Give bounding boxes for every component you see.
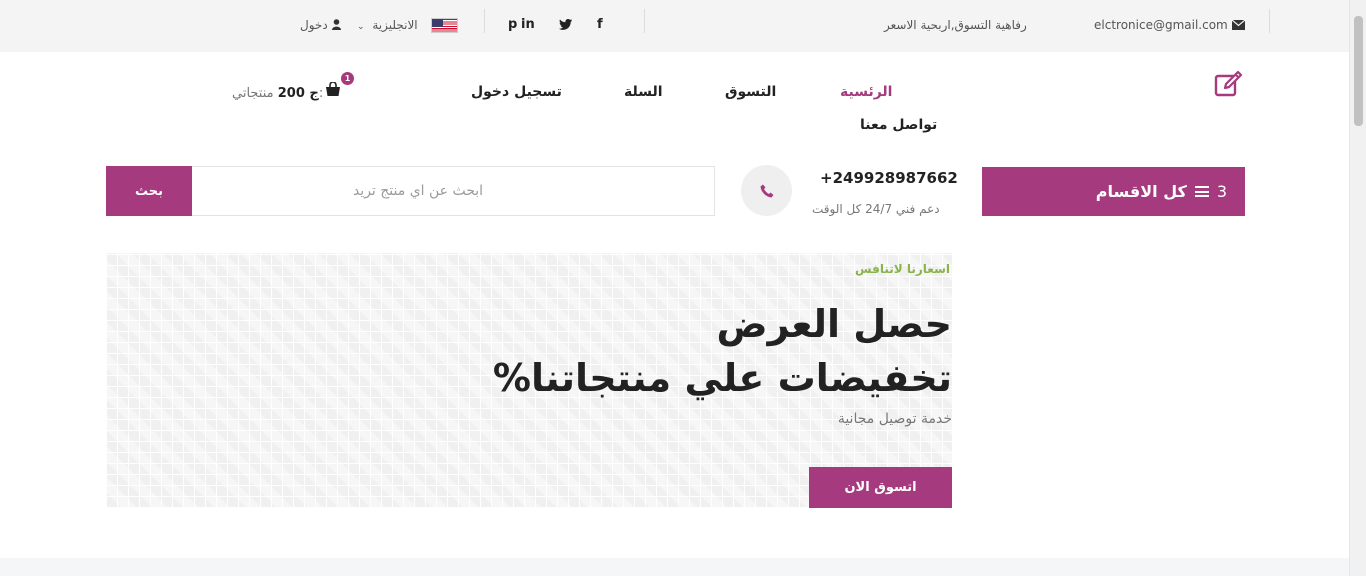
mini-cart[interactable]: ج 200 منتجاتي: xyxy=(232,82,340,101)
hero-tagline: اسعارنا لاتنافس xyxy=(855,262,950,276)
facebook-icon[interactable]: f xyxy=(597,17,603,32)
us-flag-icon[interactable] xyxy=(431,18,458,33)
scroll-thumb[interactable] xyxy=(1354,16,1363,126)
nav-cart[interactable]: السلة xyxy=(624,84,663,100)
divider xyxy=(484,9,485,33)
categories-label: كل الاقسام xyxy=(1095,182,1187,201)
nav-contact[interactable]: تواصل معنا xyxy=(860,117,937,133)
search-input[interactable] xyxy=(191,166,715,216)
section-divider xyxy=(0,558,1349,576)
hero-banner: اسعارنا لاتنافس حصل العرض %تخفيضات علي م… xyxy=(106,253,952,508)
divider xyxy=(644,9,645,33)
contact-email[interactable]: elctronice@gmail.com xyxy=(1094,18,1245,32)
linkedin-icon[interactable]: in xyxy=(521,17,535,32)
shop-now-button[interactable]: اتسوق الان xyxy=(809,467,952,508)
hero-subtitle: خدمة توصيل مجانية xyxy=(837,411,952,427)
chevron-down-icon: ⌄ xyxy=(357,22,365,32)
login-link[interactable]: دخول xyxy=(300,18,341,32)
language-selector[interactable]: ⌄ الانجليزية xyxy=(357,18,418,32)
envelope-icon xyxy=(1231,19,1245,30)
support-phone[interactable]: +249928987662 xyxy=(820,169,958,187)
nav-register[interactable]: تسجيل دخول xyxy=(471,84,562,100)
twitter-icon[interactable] xyxy=(559,19,572,30)
shopping-bag-icon xyxy=(326,82,340,96)
top-bar: elctronice@gmail.com رفاهية التسوق,اربحي… xyxy=(0,0,1349,52)
hero-title: حصل العرض %تخفيضات علي منتجاتنا xyxy=(492,302,952,400)
user-icon xyxy=(331,19,341,30)
nav-shop[interactable]: التسوق xyxy=(725,84,776,100)
cart-count-badge: 1 xyxy=(341,72,354,85)
categories-count: 3 xyxy=(1216,182,1227,201)
phone-icon xyxy=(760,184,774,198)
pinterest-icon[interactable]: p xyxy=(508,17,517,32)
all-categories-button[interactable]: كل الاقسام 3 xyxy=(982,167,1245,216)
menu-icon xyxy=(1194,186,1209,197)
phone-icon-circle xyxy=(741,165,792,216)
search-button[interactable]: بحث xyxy=(106,166,192,216)
page-scrollbar[interactable] xyxy=(1349,0,1366,576)
edit-logo-icon[interactable] xyxy=(1214,70,1244,98)
divider xyxy=(1269,9,1270,33)
nav-home[interactable]: الرئسية xyxy=(840,84,892,100)
tagline: رفاهية التسوق,اربحية الاسعر xyxy=(884,18,1027,32)
support-text: دعم فني 24/7 كل الوقت xyxy=(812,202,940,216)
